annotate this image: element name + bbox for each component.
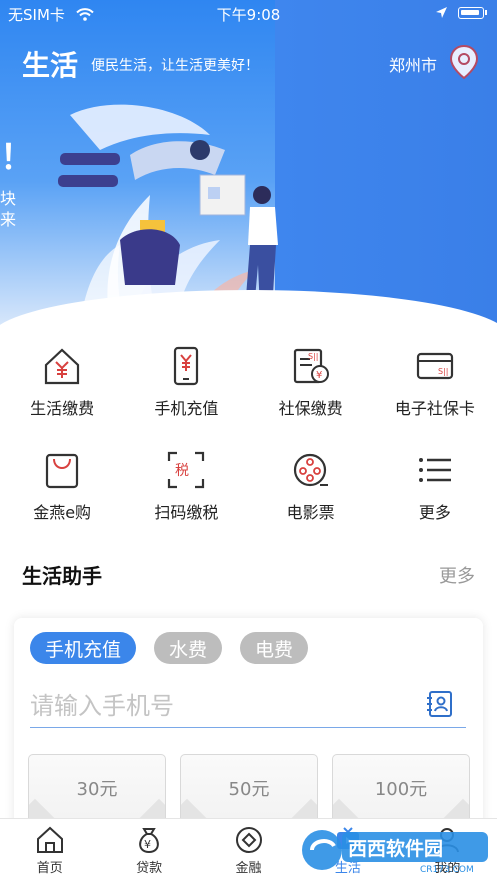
watermark-url: CR173.COM: [420, 865, 474, 874]
battery-icon: [458, 6, 484, 19]
service-row: 生活缴费 手机充值 S|| ¥ 社保缴费 S|| 电子社保卡: [0, 335, 497, 439]
status-time: 下午9:08: [216, 6, 281, 24]
service-more[interactable]: 更多: [373, 439, 497, 543]
life-assistant-more-link[interactable]: 更多: [439, 562, 475, 588]
svg-text:S||: S||: [308, 352, 318, 361]
tabbar-loan[interactable]: ¥ 贷款: [99, 819, 198, 883]
tab-water-bill[interactable]: 水费: [154, 632, 223, 664]
status-bar: 无SIM卡 下午9:08: [0, 0, 497, 28]
phone-yen-icon: [174, 346, 199, 386]
tabbar-finance[interactable]: 金融: [199, 819, 298, 883]
location-pin-icon[interactable]: [449, 45, 479, 79]
hero-banner: 无SIM卡 下午9:08 生活 便民生活，让生活更美好！ 郑州市 ！ 块 来: [0, 0, 497, 330]
page-slogan: 便民生活，让生活更美好！: [91, 58, 259, 74]
film-reel-icon: [293, 453, 328, 487]
scan-tax-icon: 税: [168, 451, 205, 489]
hero-text-fragment: 来: [0, 210, 17, 229]
city-selector[interactable]: 郑州市: [389, 52, 437, 76]
money-bag-icon: ¥: [139, 828, 159, 854]
service-jinyan-shopping[interactable]: 金燕e购: [0, 439, 124, 543]
svg-text:S||: S||: [438, 367, 448, 376]
shopping-bag-icon: [46, 453, 79, 489]
social-security-icon: S|| ¥: [293, 348, 329, 384]
location-arrow-icon: [436, 7, 447, 18]
hero-text-fragment: ！: [0, 138, 34, 178]
phone-number-input[interactable]: [30, 684, 466, 728]
finance-icon: [235, 827, 262, 853]
service-grid: 生活缴费 手机充值 S|| ¥ 社保缴费 S|| 电子社保卡 金燕e购 税 扫码…: [0, 335, 497, 543]
service-social-security[interactable]: S|| ¥ 社保缴费: [249, 335, 373, 439]
recharge-tabs: 手机充值 水费 电费: [30, 632, 309, 664]
svg-text:¥: ¥: [316, 370, 322, 381]
page-title: 生活: [22, 49, 79, 82]
life-page: 无SIM卡 下午9:08 生活 便民生活，让生活更美好！ 郑州市 ！ 块 来 生…: [0, 0, 497, 883]
service-row: 金燕e购 税 扫码缴税 电影票 更多: [0, 439, 497, 543]
tab-phone-recharge[interactable]: 手机充值: [30, 632, 137, 664]
home-icon: [36, 826, 63, 853]
service-e-social-card[interactable]: S|| 电子社保卡: [373, 335, 497, 439]
service-life-payment[interactable]: 生活缴费: [0, 335, 124, 439]
service-scan-tax[interactable]: 税 扫码缴税: [124, 439, 248, 543]
life-assistant-title: 生活助手: [22, 564, 102, 588]
card-icon: S||: [416, 352, 453, 380]
tabbar-home[interactable]: 首页: [0, 819, 99, 883]
site-watermark-logo: 西西软件园 CR173.COM: [302, 830, 488, 874]
service-movie-ticket[interactable]: 电影票: [249, 439, 373, 543]
svg-text:¥: ¥: [144, 838, 151, 851]
tab-electricity-bill[interactable]: 电费: [240, 632, 309, 664]
contact-book-icon[interactable]: [425, 690, 453, 718]
watermark-text: 西西软件园: [348, 837, 443, 860]
house-yen-icon: [45, 348, 80, 385]
recharge-card: 手机充值 水费 电费 30元 50元 100元: [14, 618, 483, 848]
list-icon: [418, 458, 451, 482]
service-phone-recharge[interactable]: 手机充值: [124, 335, 248, 439]
svg-text:税: 税: [175, 463, 189, 479]
